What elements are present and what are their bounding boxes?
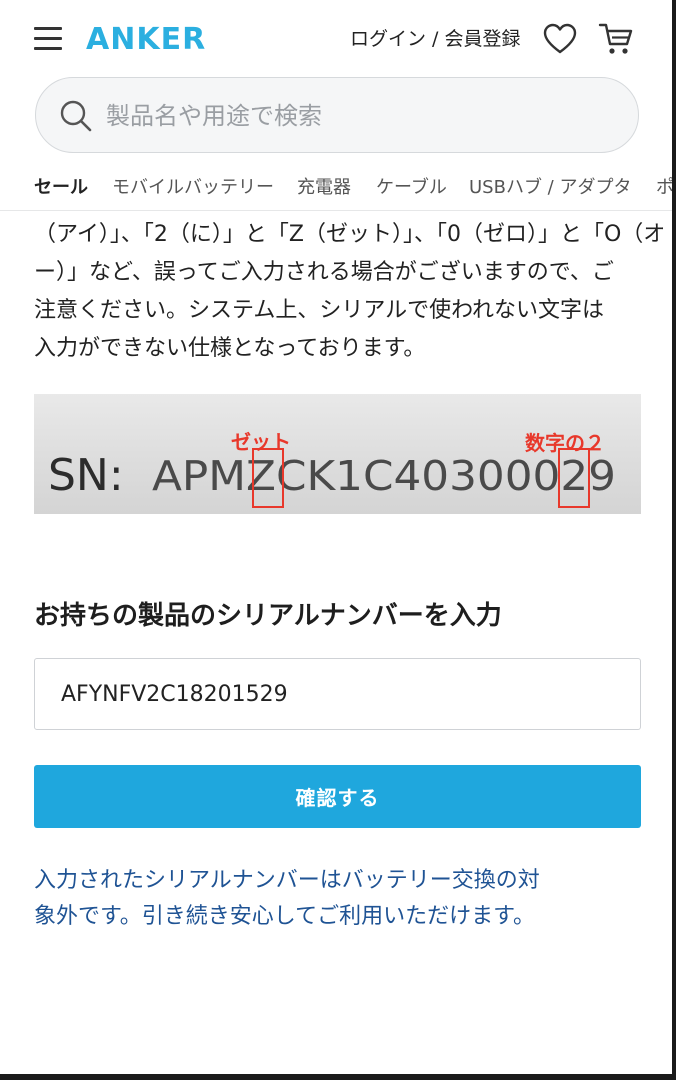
- notice-line: 入力ができない仕様となっております。: [34, 336, 426, 361]
- serial-example-value: APMZCK1C40300029: [152, 452, 616, 500]
- search-bar[interactable]: [35, 77, 639, 153]
- category-tab-sale[interactable]: セール: [34, 175, 88, 201]
- notice-line: 注意ください。システム上、シリアルで使われない文字は: [34, 298, 605, 323]
- notice-line: ー）」など、誤ってご入力される場合がございますので、ご: [34, 260, 614, 285]
- confirm-button[interactable]: 確認する: [34, 765, 641, 828]
- annotation-digit-two: 数字の２: [525, 431, 605, 455]
- check-result-message: 入力されたシリアルナンバーはバッテリー交換の対 象外です。引き続き安心してご利用…: [34, 863, 654, 935]
- serial-example-image: SN: APMZCK1C40300029 ゼット 数字の２: [34, 394, 641, 514]
- category-tab-charger[interactable]: 充電器: [297, 175, 351, 201]
- category-tab-mobile-battery[interactable]: モバイルバッテリー: [112, 175, 274, 201]
- category-nav: セール モバイルバッテリー 充電器 ケーブル USBハブ / アダプタ ポ: [0, 166, 672, 211]
- category-tab-cable[interactable]: ケーブル: [376, 175, 447, 201]
- search-icon: [58, 98, 94, 134]
- result-line: 入力されたシリアルナンバーはバッテリー交換の対: [34, 868, 540, 893]
- anker-logo[interactable]: ANKER: [86, 18, 206, 62]
- notice-line: （アイ）」、「2（に）」と「Z（ゼット）」、「0（ゼロ）」と「O（オ: [34, 222, 666, 247]
- result-line: 象外です。引き続き安心してご利用いただけます。: [34, 904, 535, 929]
- serial-number-field[interactable]: [34, 658, 641, 730]
- category-tab-usb-hub[interactable]: USBハブ / アダプタ: [469, 175, 631, 201]
- serial-input-heading: お持ちの製品のシリアルナンバーを入力: [34, 601, 502, 631]
- annotation-zed: ゼット: [231, 430, 291, 454]
- site-header: ANKER ログイン / 会員登録: [0, 0, 672, 78]
- heart-icon[interactable]: [543, 23, 577, 55]
- search-input[interactable]: [106, 96, 606, 136]
- serial-prefix: SN:: [48, 450, 124, 501]
- serial-notice-text: （アイ）」、「2（に）」と「Z（ゼット）」、「0（ゼロ）」と「O（オ ー）」など…: [34, 216, 666, 368]
- cart-icon[interactable]: [598, 22, 634, 56]
- category-tab-more[interactable]: ポ: [656, 175, 672, 201]
- login-register-link[interactable]: ログイン / 会員登録: [350, 24, 520, 54]
- page: ANKER ログイン / 会員登録 セール モバイルバッ: [0, 0, 676, 1080]
- hamburger-menu-icon[interactable]: [34, 27, 62, 51]
